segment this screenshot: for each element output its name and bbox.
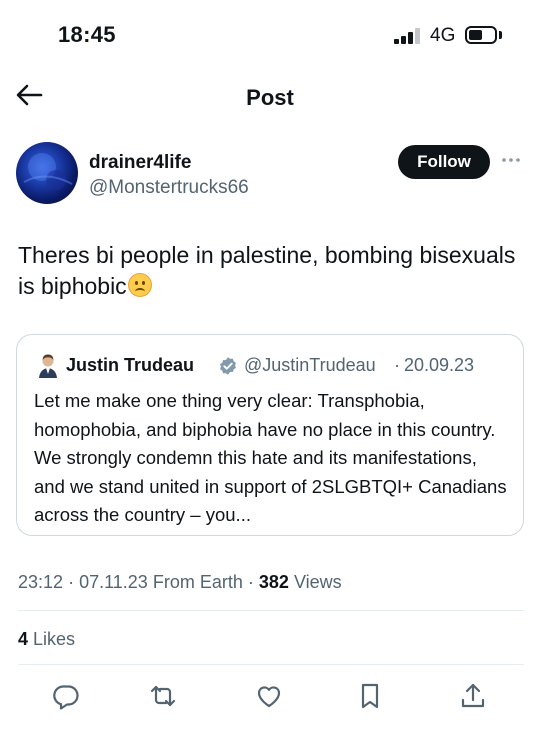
network-type: 4G bbox=[430, 25, 456, 46]
divider bbox=[18, 664, 524, 665]
post-meta: 23:12 · 07.11.23 From Earth · 382 Views bbox=[18, 572, 342, 593]
meta-separator: · bbox=[247, 572, 254, 592]
quoted-tweet-text: Let me make one thing very clear: Transp… bbox=[34, 390, 507, 525]
verified-badge-icon bbox=[218, 356, 238, 376]
avatar[interactable] bbox=[16, 142, 78, 204]
more-options-icon[interactable] bbox=[500, 150, 522, 170]
page-title: Post bbox=[246, 85, 294, 110]
likes-count: 4 bbox=[18, 629, 29, 649]
views-count: 382 bbox=[258, 572, 289, 592]
repost-icon[interactable] bbox=[148, 681, 178, 711]
author-handle[interactable]: @Monstertrucks66 bbox=[89, 177, 249, 199]
author-name[interactable]: drainer4life bbox=[89, 152, 191, 174]
likes-row[interactable]: 4 Likes bbox=[18, 629, 75, 650]
quoted-separator: · bbox=[394, 355, 400, 375]
likes-label: Likes bbox=[33, 629, 76, 649]
quoted-author-name[interactable]: Justin Trudeau bbox=[66, 355, 194, 376]
battery-tip bbox=[499, 31, 502, 39]
post-source: From Earth bbox=[152, 572, 243, 592]
share-icon[interactable] bbox=[458, 681, 488, 711]
follow-button[interactable]: Follow bbox=[398, 145, 490, 179]
status-time: 18:45 bbox=[58, 22, 116, 47]
confused-face-icon bbox=[127, 273, 152, 297]
post-date: 07.11.23 bbox=[79, 572, 148, 592]
quoted-author-avatar[interactable] bbox=[38, 352, 58, 378]
divider bbox=[18, 610, 524, 611]
tweet-text: Theres bi people in palestine, bombing b… bbox=[18, 240, 518, 302]
meta-separator: · bbox=[68, 572, 75, 592]
views-label[interactable]: Views bbox=[294, 572, 342, 592]
tweet-body: Theres bi people in palestine, bombing b… bbox=[18, 242, 516, 299]
post-time: 23:12 bbox=[18, 572, 64, 592]
quoted-date: 20.09.23 bbox=[404, 355, 475, 375]
bookmark-icon[interactable] bbox=[355, 681, 385, 711]
battery-icon bbox=[465, 26, 497, 44]
quoted-author-handle[interactable]: @JustinTrudeau bbox=[244, 355, 376, 376]
reply-icon[interactable] bbox=[51, 681, 81, 711]
like-icon[interactable] bbox=[254, 681, 284, 711]
signal-strength-icon bbox=[394, 28, 422, 44]
